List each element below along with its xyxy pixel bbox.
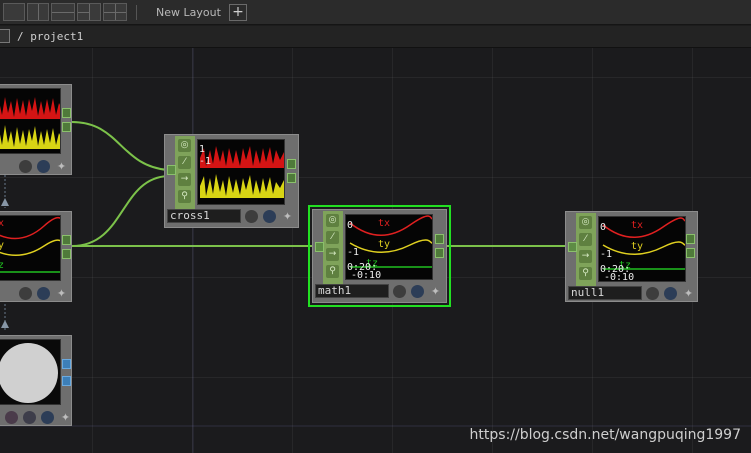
math-side-panel: ◎ ⁄ → ⚲ (323, 211, 343, 285)
circle-shape (0, 343, 58, 403)
lfo-tz-label: tz (0, 260, 4, 271)
math-chop-node[interactable]: ◎ ⁄ → ⚲ tx ty tz 0 -1 0:20: -0:10 math1 (308, 205, 451, 307)
math-output-port[interactable] (435, 234, 444, 244)
cross-output-port[interactable] (287, 159, 296, 169)
null-ty-label: ty (631, 241, 644, 252)
cross-lock-icon[interactable]: ⁄ (178, 156, 191, 169)
lfo-output-port-2[interactable] (62, 249, 71, 259)
lfo-bypass-flag[interactable] (19, 287, 32, 300)
watermark: https://blog.csdn.net/wangpuqing1997 (469, 427, 741, 443)
null-arrow-icon[interactable]: → (579, 250, 592, 263)
math-tx-label: tx (378, 218, 391, 229)
circle-display-flag[interactable] (41, 411, 54, 424)
math-arrow-icon[interactable]: → (326, 248, 339, 261)
new-layout-label[interactable]: New Layout (156, 6, 221, 19)
layout-quad-button[interactable] (103, 3, 127, 21)
math-value-top: 0 (347, 220, 354, 231)
cross-viewer: 1 -1 (197, 139, 285, 205)
null-viewer-flag-icon[interactable]: ✦ (682, 287, 695, 300)
lfo-ty-label: ty (0, 240, 4, 251)
cross-value-top: 1 (199, 144, 206, 155)
null-display-flag[interactable] (664, 287, 677, 300)
circle-bypass-flag[interactable] (5, 411, 18, 424)
circle-viewer-flag-icon[interactable]: ✦ (59, 411, 72, 424)
noise-viewer (0, 88, 61, 154)
circle-top-node[interactable]: ✦ (0, 335, 72, 426)
noise-viewer-flag-icon[interactable]: ✦ (55, 160, 68, 173)
layout-single-button[interactable] (3, 3, 25, 21)
network-path[interactable]: / project1 (17, 30, 83, 43)
top-toolbar: New Layout + (0, 0, 751, 25)
noise-bypass-flag[interactable] (19, 160, 32, 173)
null-time-b: -0:10 (604, 272, 635, 282)
null-side-panel: ◎ ⁄ → ⚲ (576, 213, 596, 287)
null-lock-icon[interactable]: ⁄ (579, 233, 592, 246)
null-output-port-2[interactable] (686, 248, 695, 258)
math-bypass-icon[interactable]: ◎ (326, 214, 339, 227)
null-bypass-flag[interactable] (646, 287, 659, 300)
math-output-port-2[interactable] (435, 248, 444, 258)
null-chop-node[interactable]: ◎ ⁄ → ⚲ tx ty tz 0 -1 0:20: -0:10 null1 (565, 211, 698, 302)
null-output-port[interactable] (686, 234, 695, 244)
math-cook-icon[interactable]: ⚲ (326, 265, 339, 278)
circle-viewer (0, 339, 61, 405)
network-editor[interactable]: ✦ tx ty tz ✦ (0, 48, 751, 453)
wire-lfo-to-cross (71, 175, 169, 247)
noise-output-port[interactable] (62, 108, 71, 118)
noise-chop-node[interactable]: ✦ (0, 84, 72, 175)
null-tx-label: tx (631, 220, 644, 231)
wire-noise-to-cross (71, 121, 169, 171)
cross-bypass-icon[interactable]: ◎ (178, 139, 191, 152)
null-viewer: tx ty tz 0 -1 0:20: -0:10 (598, 216, 686, 282)
null-value-mid: -1 (600, 249, 613, 260)
cross-arrow-icon[interactable]: → (178, 173, 191, 186)
cross-side-panel: ◎ ⁄ → ⚲ (175, 136, 195, 210)
lfo-output-port[interactable] (62, 235, 71, 245)
noise-display-flag[interactable] (37, 160, 50, 173)
layout-two-column-button[interactable] (27, 3, 49, 21)
layout-three-pane-button[interactable] (77, 3, 101, 21)
cross-display-flag[interactable] (263, 210, 276, 223)
circle-output-port-2[interactable] (62, 376, 71, 386)
math-input-port[interactable] (315, 242, 324, 252)
network-file-icon[interactable] (0, 29, 10, 43)
lfo-viewer-flag-icon[interactable]: ✦ (55, 287, 68, 300)
link-arrow-top (1, 198, 9, 206)
lfo-tx-label: tx (0, 218, 4, 229)
cross-viewer-flag-icon[interactable]: ✦ (281, 210, 294, 223)
cross-chop-node[interactable]: ◎ ⁄ → ⚲ 1 -1 cross1 ✦ (164, 134, 299, 228)
cross-bypass-flag[interactable] (245, 210, 258, 223)
cross-cook-icon[interactable]: ⚲ (178, 190, 191, 203)
null-cook-icon[interactable]: ⚲ (579, 267, 592, 280)
null-node-name[interactable]: null1 (568, 286, 642, 300)
null-input-port[interactable] (568, 242, 577, 252)
math-time-b: -0:10 (351, 270, 382, 280)
cross-value-mid: -1 (199, 156, 212, 167)
circle-output-port[interactable] (62, 359, 71, 369)
math-value-mid: -1 (347, 247, 360, 258)
math-display-flag[interactable] (411, 285, 424, 298)
lfo-chop-node[interactable]: tx ty tz ✦ (0, 211, 72, 302)
cross-node-name[interactable]: cross1 (167, 209, 241, 223)
math-bypass-flag[interactable] (393, 285, 406, 298)
noise-output-port-2[interactable] (62, 122, 71, 132)
lfo-viewer: tx ty tz (0, 215, 61, 281)
cross-output-port-2[interactable] (287, 173, 296, 183)
math-node-name[interactable]: math1 (315, 284, 389, 298)
null-bypass-icon[interactable]: ◎ (579, 216, 592, 229)
layout-two-row-button[interactable] (51, 3, 75, 21)
math-viewer-flag-icon[interactable]: ✦ (429, 285, 442, 298)
circle-lock-flag[interactable] (23, 411, 36, 424)
lfo-display-flag[interactable] (37, 287, 50, 300)
add-layout-button[interactable]: + (229, 4, 247, 21)
link-arrow-bottom (1, 320, 9, 328)
math-ty-label: ty (378, 239, 391, 250)
math-lock-icon[interactable]: ⁄ (326, 231, 339, 244)
network-path-bar: / project1 (0, 26, 751, 48)
toolbar-divider (136, 5, 137, 20)
math-viewer: tx ty tz 0 -1 0:20: -0:10 (345, 214, 433, 280)
cross-input-port[interactable] (167, 165, 176, 175)
null-value-top: 0 (600, 222, 607, 233)
